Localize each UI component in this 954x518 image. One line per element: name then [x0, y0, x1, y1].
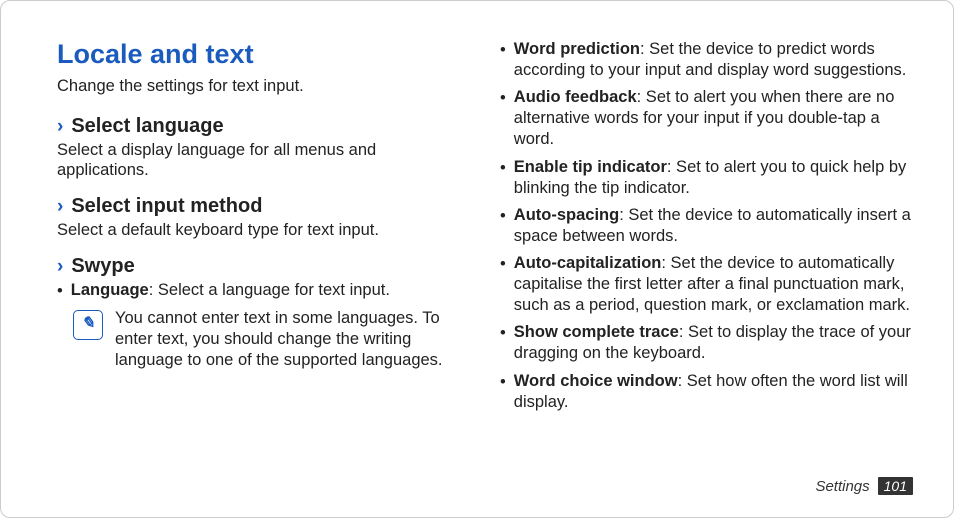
footer-section-label: Settings — [815, 478, 869, 495]
subheading-text: Swype — [71, 255, 134, 278]
bullet-show-complete-trace: • Show complete trace: Set to display th… — [500, 322, 913, 364]
page-intro: Change the settings for text input. — [57, 76, 470, 97]
page-footer: Settings 101 — [815, 477, 913, 495]
note-icon: ✎ — [73, 310, 103, 340]
bullet-term: Enable tip indicator — [514, 158, 667, 176]
bullet-word-choice-window: • Word choice window: Set how often the … — [500, 371, 913, 413]
bullet-enable-tip-indicator: • Enable tip indicator: Set to alert you… — [500, 157, 913, 199]
bullet-term: Auto-capitalization — [514, 254, 662, 272]
chevron-right-icon: › — [57, 257, 63, 276]
chevron-right-icon: › — [57, 117, 63, 136]
subdesc-select-language: Select a display language for all menus … — [57, 140, 470, 181]
subheading-swype: › Swype — [57, 255, 470, 278]
bullet-dot-icon: • — [500, 39, 506, 81]
bullet-language: • Language: Select a language for text i… — [57, 280, 470, 302]
bullet-term: Show complete trace — [514, 323, 679, 341]
chevron-right-icon: › — [57, 197, 63, 216]
bullet-text: Auto-capitalization: Set the device to a… — [514, 253, 913, 316]
left-column: Locale and text Change the settings for … — [57, 39, 470, 419]
bullet-text: Audio feedback: Set to alert you when th… — [514, 87, 913, 150]
bullet-dot-icon: • — [57, 280, 63, 302]
subdesc-select-input-method: Select a default keyboard type for text … — [57, 220, 470, 241]
note-text: You cannot enter text in some languages.… — [115, 308, 470, 372]
bullet-term: Audio feedback — [514, 88, 637, 106]
bullet-auto-capitalization: • Auto-capitalization: Set the device to… — [500, 253, 913, 316]
two-column-layout: Locale and text Change the settings for … — [1, 1, 953, 419]
subheading-select-input-method: › Select input method — [57, 195, 470, 218]
bullet-text: Enable tip indicator: Set to alert you t… — [514, 157, 913, 199]
page-title: Locale and text — [57, 39, 470, 70]
bullet-text: Word prediction: Set the device to predi… — [514, 39, 913, 81]
bullet-auto-spacing: • Auto-spacing: Set the device to automa… — [500, 205, 913, 247]
bullet-term: Word prediction — [514, 40, 640, 58]
bullet-desc: : Select a language for text input. — [149, 281, 390, 299]
note-block: ✎ You cannot enter text in some language… — [73, 308, 470, 372]
bullet-term: Word choice window — [514, 372, 678, 390]
bullet-audio-feedback: • Audio feedback: Set to alert you when … — [500, 87, 913, 150]
bullet-text: Show complete trace: Set to display the … — [514, 322, 913, 364]
bullet-dot-icon: • — [500, 157, 506, 199]
bullet-text: Language: Select a language for text inp… — [71, 280, 470, 302]
footer-page-number: 101 — [878, 477, 913, 495]
subheading-text: Select input method — [71, 195, 262, 218]
bullet-dot-icon: • — [500, 253, 506, 316]
manual-page: Locale and text Change the settings for … — [0, 0, 954, 518]
bullet-term: Auto-spacing — [514, 206, 619, 224]
subheading-select-language: › Select language — [57, 115, 470, 138]
bullet-dot-icon: • — [500, 322, 506, 364]
bullet-text: Auto-spacing: Set the device to automati… — [514, 205, 913, 247]
bullet-dot-icon: • — [500, 87, 506, 150]
bullet-dot-icon: • — [500, 371, 506, 413]
bullet-dot-icon: • — [500, 205, 506, 247]
bullet-text: Word choice window: Set how often the wo… — [514, 371, 913, 413]
right-column: • Word prediction: Set the device to pre… — [500, 39, 913, 419]
subheading-text: Select language — [71, 115, 223, 138]
bullet-term: Language — [71, 281, 149, 299]
bullet-word-prediction: • Word prediction: Set the device to pre… — [500, 39, 913, 81]
